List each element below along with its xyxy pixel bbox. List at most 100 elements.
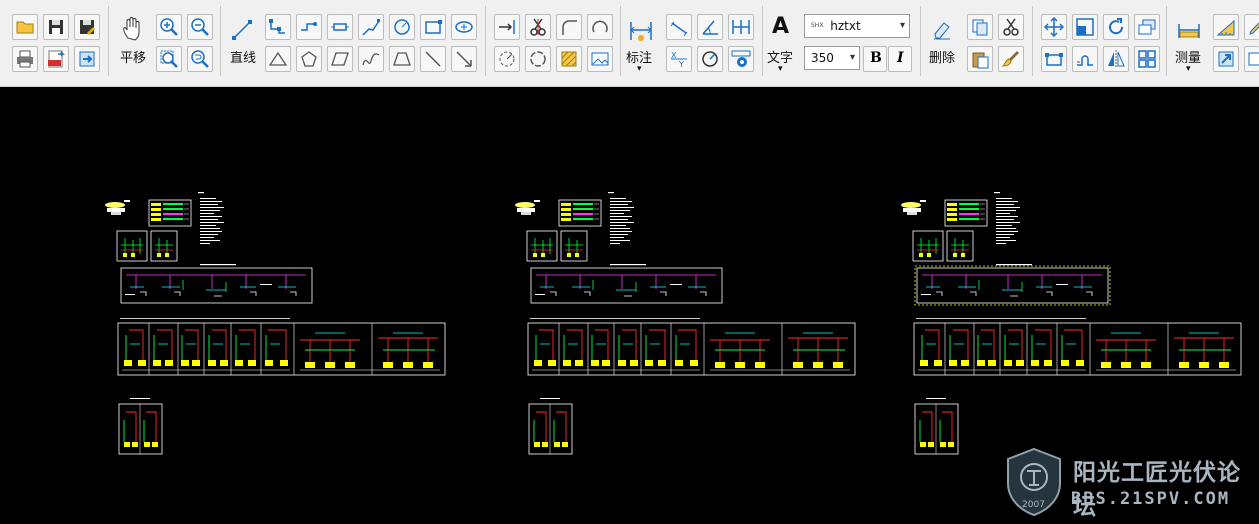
diagonal-line-button[interactable] xyxy=(420,46,446,72)
separator xyxy=(620,6,621,76)
print-button[interactable] xyxy=(12,46,38,72)
export-image-icon xyxy=(1218,51,1234,67)
save-as-icon xyxy=(80,20,95,35)
edit-button[interactable] xyxy=(1244,46,1259,72)
dimension-icon[interactable] xyxy=(628,18,654,44)
dimension-settings-button[interactable] xyxy=(728,46,754,72)
image-icon xyxy=(591,52,609,66)
toolbar: 平移 直线 标注 ▾ X Y A 文字 ▾ SHX hztxt ▾ 350 ▾ … xyxy=(0,0,1259,87)
open-button[interactable] xyxy=(12,14,38,40)
cloud-button[interactable] xyxy=(451,14,477,40)
triangle-icon xyxy=(268,51,288,66)
save-button[interactable] xyxy=(43,14,69,40)
hatch-button[interactable] xyxy=(556,46,582,72)
separator xyxy=(1166,6,1167,76)
zoom-out-button[interactable] xyxy=(187,14,213,40)
continuous-dimension-button[interactable] xyxy=(728,14,754,40)
measure-dropdown-icon[interactable]: ▾ xyxy=(1186,64,1191,74)
save-as-button[interactable] xyxy=(74,14,100,40)
drawing-set-2 xyxy=(514,191,856,455)
export-image-button[interactable] xyxy=(1213,46,1239,72)
hatch-icon xyxy=(561,51,577,67)
move-button[interactable] xyxy=(1041,14,1067,40)
offset-icon xyxy=(1077,55,1093,66)
rectangle-button[interactable] xyxy=(420,14,446,40)
pan-icon[interactable] xyxy=(120,16,146,42)
match-properties-button[interactable] xyxy=(998,46,1024,72)
rotate-arc-button[interactable] xyxy=(494,46,520,72)
image-button[interactable] xyxy=(587,46,613,72)
line-label[interactable]: 直线 xyxy=(230,47,256,66)
fillet-button[interactable] xyxy=(556,14,582,40)
rotate-button[interactable] xyxy=(1103,14,1129,40)
dimension-dropdown-icon[interactable]: ▾ xyxy=(637,64,642,74)
pentagon-button[interactable] xyxy=(296,46,322,72)
angular-dimension-button[interactable] xyxy=(697,14,723,40)
zoom-window-button[interactable] xyxy=(156,46,182,72)
stretch-button[interactable] xyxy=(1041,46,1067,72)
brush-icon xyxy=(1001,51,1019,67)
font-combo[interactable]: SHX hztxt ▾ xyxy=(804,14,910,38)
text-dropdown-icon[interactable]: ▾ xyxy=(778,64,783,74)
multiline-icon xyxy=(301,22,317,31)
scale-button[interactable] xyxy=(1072,14,1098,40)
eraser-icon[interactable] xyxy=(930,18,954,42)
delete-label[interactable]: 删除 xyxy=(929,47,955,66)
zoom-previous-icon xyxy=(191,50,209,68)
fillet-icon xyxy=(562,20,577,35)
italic-button[interactable]: I xyxy=(888,46,912,72)
line-icon[interactable] xyxy=(230,18,254,42)
export-pdf-button[interactable] xyxy=(43,46,69,72)
pan-label[interactable]: 平移 xyxy=(120,47,146,66)
arc-button[interactable] xyxy=(587,14,613,40)
polyline-button[interactable] xyxy=(265,14,291,40)
pencil-button[interactable] xyxy=(1244,14,1259,40)
triangle-button[interactable] xyxy=(265,46,291,72)
trim-button[interactable] xyxy=(525,14,551,40)
paste-button[interactable] xyxy=(967,46,993,72)
measure-icon[interactable] xyxy=(1176,18,1202,42)
copy-button[interactable] xyxy=(967,14,993,40)
zoom-previous-button[interactable] xyxy=(187,46,213,72)
forum-watermark: 2007 阳光工匠光伏论坛 BBS.21SPV.COM xyxy=(1005,447,1255,520)
explode-button[interactable] xyxy=(1134,46,1160,72)
extend-button[interactable] xyxy=(494,14,520,40)
coordinate-dimension-button[interactable]: XY xyxy=(666,46,692,72)
zoom-in-icon xyxy=(160,18,178,36)
rectangle-icon xyxy=(425,20,442,34)
area-measure-button[interactable] xyxy=(1213,14,1239,40)
circle-button[interactable] xyxy=(389,14,415,40)
bold-button[interactable]: B xyxy=(863,46,887,72)
multiline-button[interactable] xyxy=(296,14,322,40)
watermark-url: BBS.21SPV.COM xyxy=(1071,489,1231,509)
array-icon xyxy=(1138,19,1156,35)
pencil-icon xyxy=(1249,22,1259,35)
drawing-canvas[interactable]: 2007 阳光工匠光伏论坛 BBS.21SPV.COM xyxy=(0,87,1259,524)
curve-button[interactable] xyxy=(358,46,384,72)
zoom-in-button[interactable] xyxy=(156,14,182,40)
pentagon-icon xyxy=(301,51,317,67)
spline-button[interactable] xyxy=(358,14,384,40)
parallelogram-button[interactable] xyxy=(327,46,353,72)
array-button[interactable] xyxy=(1134,14,1160,40)
text-size-combo[interactable]: 350 ▾ xyxy=(804,46,860,70)
export-button[interactable] xyxy=(74,46,100,72)
separator xyxy=(762,6,763,76)
trapezoid-button[interactable] xyxy=(389,46,415,72)
double-line-button[interactable] xyxy=(327,14,353,40)
bold-label: B xyxy=(870,50,882,66)
text-icon[interactable]: A xyxy=(772,14,789,39)
cloud-icon xyxy=(455,21,473,33)
ellipse-button[interactable] xyxy=(525,46,551,72)
separator xyxy=(485,6,486,76)
grid-icon xyxy=(1138,50,1156,68)
offset-button[interactable] xyxy=(1072,46,1098,72)
drawing-set-1 xyxy=(104,191,446,455)
radius-dimension-button[interactable] xyxy=(697,46,723,72)
mirror-button[interactable] xyxy=(1103,46,1129,72)
ruler-area-icon xyxy=(1216,19,1235,36)
export-icon xyxy=(79,51,95,67)
aligned-dimension-button[interactable] xyxy=(666,14,692,40)
arrow-line-button[interactable] xyxy=(451,46,477,72)
cut-button[interactable] xyxy=(998,14,1024,40)
